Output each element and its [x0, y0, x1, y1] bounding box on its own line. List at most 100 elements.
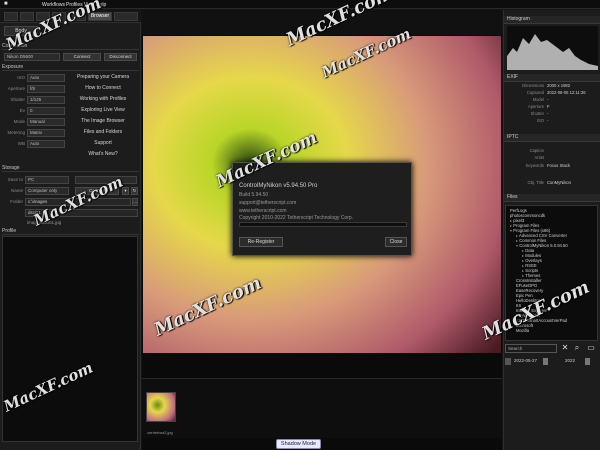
histogram [507, 26, 598, 70]
iptc-row: Artist [503, 155, 600, 161]
iptc-value[interactable]: Focus Stack [547, 163, 570, 168]
exposure-select[interactable]: 1/125 [27, 96, 65, 104]
exposure-label: Metering [7, 130, 25, 135]
date-from-picker[interactable] [543, 358, 548, 365]
search-icon[interactable]: ⌕ [572, 343, 582, 353]
folder-input[interactable]: c:\images [25, 198, 131, 206]
exposure-label: Shutter [10, 97, 25, 102]
link-support[interactable]: Support [70, 140, 136, 146]
camera-select[interactable]: Nikon D5600 [4, 53, 60, 61]
exif-value: - [547, 97, 549, 102]
clear-icon[interactable]: ✕ [560, 343, 570, 353]
exposure-label: Aperture [7, 86, 25, 91]
exif-key: ISO [536, 118, 544, 123]
exif-value: - [547, 111, 549, 116]
section-exposure: Exposure [2, 64, 139, 71]
exif-row: Aperture F [503, 104, 600, 110]
files-tree: PerfLogs photoscommoncdk ▸ pixel3 ▸ Prog… [505, 205, 598, 341]
name-select[interactable]: Computer only [25, 187, 69, 195]
histogram-header[interactable]: Histogram [504, 16, 600, 24]
link-image-browser[interactable]: The Image Browser [70, 118, 136, 124]
tab-2[interactable] [20, 12, 34, 21]
exposure-select[interactable]: Matrix [27, 129, 65, 137]
exif-key: Shutter [530, 111, 544, 116]
exposure-select[interactable]: f/8 [27, 85, 65, 93]
iptc-key: Caption [529, 148, 544, 153]
exif-value: - [547, 118, 549, 123]
shadow-mode-button[interactable]: Shadow Mode [276, 439, 321, 449]
filmstrip [142, 378, 502, 438]
exif-key: Aperture [527, 104, 544, 109]
about-dialog: ControlMyNikon v5.94.50 Pro Build 5.94.5… [232, 162, 412, 256]
exif-row: Captured 2022-08-05 12:11:36 [503, 90, 600, 96]
counter-dropdown[interactable]: ▾ [122, 187, 129, 195]
thumbnail[interactable] [146, 392, 176, 422]
exif-header[interactable]: EXIF [504, 74, 600, 82]
tab-browser[interactable]: Browser [88, 12, 112, 21]
iptc-header[interactable]: IPTC [504, 134, 600, 142]
exif-value: 2022-08-05 12:11:36 [547, 90, 586, 95]
disconnect-button[interactable]: Disconnect [104, 53, 137, 61]
link-how-to-connect[interactable]: How to Connect [70, 85, 136, 91]
menu-workflows[interactable]: Workflows [42, 2, 65, 8]
exposure-label: Ev [19, 108, 25, 113]
date-checkbox[interactable] [505, 358, 511, 365]
close-button[interactable]: Close [385, 237, 407, 247]
name-label: Name [10, 188, 23, 193]
app-icon[interactable]: ■ [4, 1, 10, 7]
iptc-key: Artist [534, 155, 544, 160]
tree-item[interactable]: Mozilla [516, 328, 529, 333]
save-to-select[interactable]: PC [25, 176, 69, 184]
date-to[interactable]: 2022 [565, 358, 575, 363]
exposure-select[interactable]: Auto [27, 140, 65, 148]
link-working-profiles[interactable]: Working with Profiles [70, 96, 136, 102]
tab-3[interactable] [36, 12, 50, 21]
tab-1[interactable] [4, 12, 18, 21]
menu-help[interactable]: Help [96, 2, 106, 8]
exposure-label: Mode [13, 119, 25, 124]
dialog-website[interactable]: www.tetherscript.com [239, 208, 287, 214]
exif-row: Dimensions 2000 x 1982 [503, 83, 600, 89]
date-from[interactable]: 2022-05-27 [514, 358, 537, 363]
folder-icon[interactable]: ▭ [586, 343, 596, 353]
link-files-folders[interactable]: Files and Folders [70, 129, 136, 135]
thumbnail-caption: centerbar2.jpg [147, 430, 173, 435]
section-connection: Connection [2, 43, 139, 50]
tab-liveview[interactable] [114, 12, 138, 21]
date-filter-row: 2022-05-27 2022 [505, 358, 598, 366]
iptc-row: Caption [503, 148, 600, 154]
counter-button[interactable]: Counter [75, 187, 119, 195]
iptc-row: Obj. Title ConMyNikon [503, 180, 600, 186]
section-profiles: Profile [2, 228, 139, 235]
prefix-input[interactable]: dscC1 [25, 209, 138, 217]
body-button[interactable]: Body [4, 26, 38, 36]
counter-reset[interactable]: ↻ [131, 187, 138, 195]
profiles-list[interactable] [2, 236, 138, 442]
section-storage: Storage [2, 165, 139, 172]
tab-4[interactable] [52, 12, 66, 21]
exposure-select[interactable]: 0 [27, 107, 65, 115]
re-register-button[interactable]: Re-Register [239, 237, 283, 247]
iptc-row: Keywords Focus Stack [503, 163, 600, 169]
dialog-email[interactable]: support@tetherscript.com [239, 200, 296, 206]
connect-button[interactable]: Connect [63, 53, 101, 61]
histogram-chart [507, 34, 598, 70]
files-header[interactable]: Files [504, 194, 600, 202]
link-whats-new[interactable]: What's New? [70, 151, 136, 157]
exposure-label: WB [17, 141, 25, 146]
link-exploring-liveview[interactable]: Exploring Live View [70, 107, 136, 113]
menu-view[interactable]: View [84, 2, 95, 8]
exposure-select[interactable]: Auto [27, 74, 65, 82]
menu-bar: ■ Workflows Profiles View Help [0, 0, 600, 9]
save-option-select[interactable] [75, 176, 137, 184]
exif-key: Dimensions [522, 83, 544, 88]
exif-row: Shutter - [503, 111, 600, 117]
iptc-value[interactable]: ConMyNikon [547, 180, 571, 185]
menu-profiles[interactable]: Profiles [66, 2, 83, 8]
link-preparing-camera[interactable]: Preparing your Camera [70, 74, 136, 80]
folder-browse-button[interactable]: … [132, 198, 138, 206]
exposure-select[interactable]: Manual [27, 118, 65, 126]
date-to-picker[interactable] [585, 358, 590, 365]
tab-5[interactable] [68, 12, 86, 21]
file-search-input[interactable]: Search [505, 344, 557, 353]
